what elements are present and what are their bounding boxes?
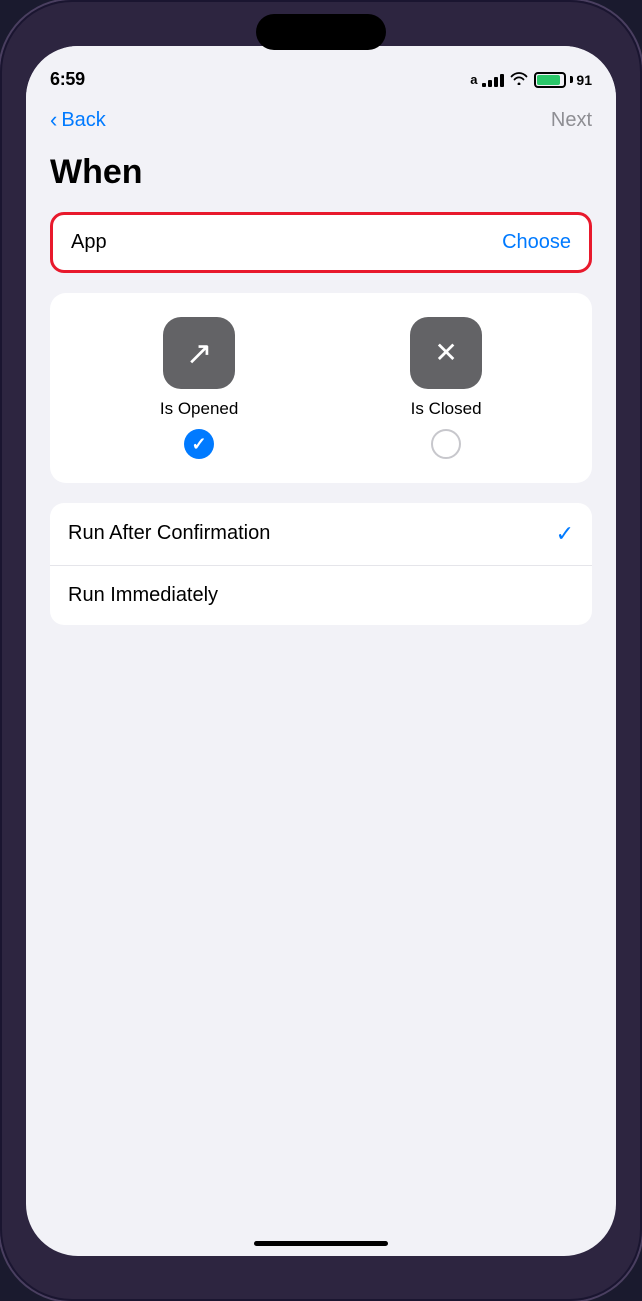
app-label: App — [71, 231, 107, 254]
battery-fill — [537, 75, 559, 85]
arrow-up-right-icon: ↗ — [186, 337, 213, 369]
is-opened-icon-box: ↗ — [163, 317, 235, 389]
is-closed-radio[interactable] — [431, 429, 461, 459]
is-closed-icon-box: ✕ — [410, 317, 482, 389]
battery-tip — [570, 76, 573, 83]
signal-bars-icon — [482, 73, 504, 87]
battery-box — [534, 72, 566, 88]
app-row[interactable]: App Choose — [50, 212, 592, 273]
status-time: 6:59 — [50, 69, 85, 90]
content-area: When App Choose ↗ Is Opened ✓ — [26, 137, 616, 1241]
phone-frame: 6:59 a — [0, 0, 642, 1301]
x-icon: ✕ — [434, 339, 457, 367]
home-indicator — [254, 1241, 388, 1246]
battery-indicator: 91 — [534, 72, 592, 88]
checkmark-icon: ✓ — [192, 435, 207, 453]
battery-percent: 91 — [576, 72, 592, 88]
is-closed-label: Is Closed — [411, 399, 482, 419]
is-opened-label: Is Opened — [160, 399, 238, 419]
run-immediately-row[interactable]: Run Immediately — [50, 566, 592, 625]
run-after-confirmation-check: ✓ — [556, 521, 574, 547]
run-immediately-label: Run Immediately — [68, 584, 218, 607]
data-icon: a — [470, 72, 476, 87]
run-after-confirmation-row[interactable]: Run After Confirmation ✓ — [50, 503, 592, 566]
back-button[interactable]: ‹ Back — [50, 108, 106, 133]
status-icons: a — [470, 71, 592, 88]
nav-bar: ‹ Back Next — [26, 100, 616, 137]
run-options-card: Run After Confirmation ✓ Run Immediately — [50, 503, 592, 625]
is-opened-option[interactable]: ↗ Is Opened ✓ — [160, 317, 238, 459]
choose-button[interactable]: Choose — [502, 231, 571, 254]
page-title: When — [50, 153, 592, 192]
is-closed-option[interactable]: ✕ Is Closed — [410, 317, 482, 459]
wifi-icon — [510, 71, 528, 88]
back-label: Back — [61, 109, 105, 132]
phone-screen: 6:59 a — [26, 46, 616, 1256]
run-after-confirmation-label: Run After Confirmation — [68, 522, 270, 545]
dynamic-island — [256, 14, 386, 50]
is-opened-radio[interactable]: ✓ — [184, 429, 214, 459]
trigger-options-card: ↗ Is Opened ✓ ✕ Is Closed — [50, 293, 592, 483]
back-chevron-icon: ‹ — [50, 107, 57, 133]
next-button[interactable]: Next — [551, 109, 592, 132]
status-bar: 6:59 a — [26, 46, 616, 100]
